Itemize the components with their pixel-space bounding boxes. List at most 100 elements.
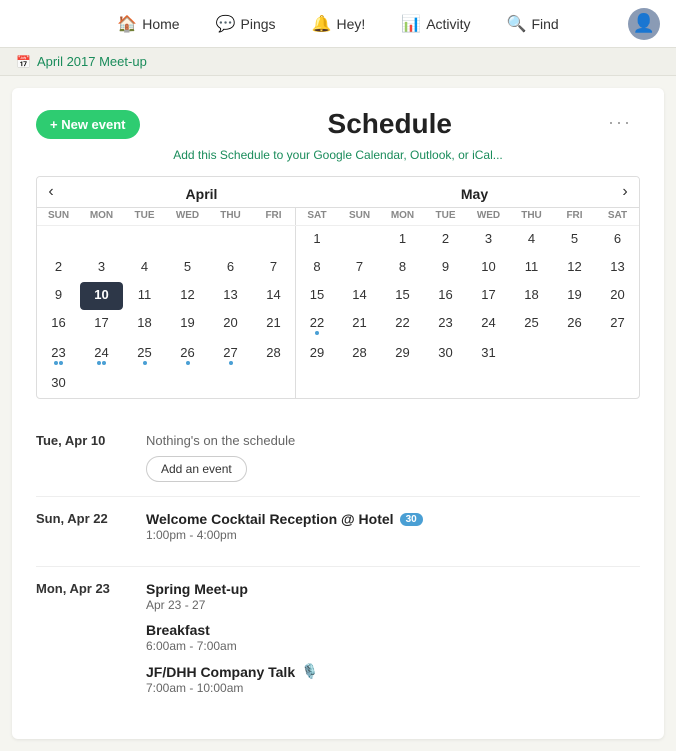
may-day-7[interactable]: 7	[338, 254, 381, 282]
nav-pings-label: Pings	[241, 16, 276, 32]
nav-home[interactable]: 🏠 Home	[111, 10, 185, 38]
calendar-months: April May	[65, 178, 611, 206]
april-day-18[interactable]: 18	[123, 310, 166, 340]
april-day-25[interactable]: 25	[123, 340, 166, 370]
may-day-23[interactable]: 23	[424, 310, 467, 340]
nav-activity[interactable]: 📊 Activity	[395, 10, 476, 38]
may-day-15[interactable]: 15	[381, 282, 424, 310]
may-day-21[interactable]: 21	[338, 310, 381, 340]
may-day-16[interactable]: 16	[424, 282, 467, 310]
april-day-23[interactable]: 23	[37, 340, 80, 370]
may-day-10[interactable]: 10	[467, 254, 510, 282]
calendar-header: ‹ April May ›	[37, 177, 639, 207]
april-day-14[interactable]: 14	[252, 282, 295, 310]
april-day-15[interactable]: 15	[295, 282, 338, 310]
april-day-30[interactable]: 30	[37, 370, 80, 398]
april-day-3[interactable]: 3	[80, 254, 123, 282]
april-day-19[interactable]: 19	[166, 310, 209, 340]
event-title-talk: JF/DHH Company Talk 🎙️	[146, 663, 640, 680]
main-content: + New event Schedule ··· Add this Schedu…	[12, 88, 664, 739]
april-day-12[interactable]: 12	[166, 282, 209, 310]
event-group-apr23: Mon, Apr 23 Spring Meet-up Apr 23 - 27 B…	[36, 567, 640, 719]
may-day-20[interactable]: 20	[596, 282, 639, 310]
may-day-13[interactable]: 13	[596, 254, 639, 282]
may-day-2[interactable]: 2	[424, 226, 467, 254]
may-day-27[interactable]: 27	[596, 310, 639, 340]
april-day-9[interactable]: 9	[37, 282, 80, 310]
may-day-17[interactable]: 17	[467, 282, 510, 310]
april-day-16[interactable]: 16	[37, 310, 80, 340]
april-day-8[interactable]: 8	[295, 254, 338, 282]
day-header-thu1: THU	[209, 208, 252, 225]
calendar-prev-button[interactable]: ‹	[37, 177, 65, 207]
april-day-11[interactable]: 11	[123, 282, 166, 310]
more-button[interactable]: ···	[600, 108, 640, 137]
may-day-3[interactable]: 3	[467, 226, 510, 254]
gcal-link[interactable]: Add this Schedule to your Google Calenda…	[173, 148, 503, 162]
april-day-5[interactable]: 5	[166, 254, 209, 282]
april-day-28[interactable]: 28	[252, 340, 295, 370]
may-day-19[interactable]: 19	[553, 282, 596, 310]
avatar[interactable]: 👤	[628, 8, 660, 40]
may-empty	[553, 340, 596, 370]
nav-find[interactable]: 🔍 Find	[501, 10, 565, 38]
nav-pings[interactable]: 💬 Pings	[210, 10, 282, 38]
april-day-10[interactable]: 10	[80, 282, 123, 310]
april-day-2[interactable]: 2	[37, 254, 80, 282]
april-day-21[interactable]: 21	[252, 310, 295, 340]
april-day-29[interactable]: 29	[295, 340, 338, 370]
calendar-next-button[interactable]: ›	[611, 177, 639, 207]
may-day-30[interactable]: 30	[424, 340, 467, 370]
day-header-fri2: FRI	[553, 208, 596, 225]
april-day-17[interactable]: 17	[80, 310, 123, 340]
event-date-apr23: Mon, Apr 23	[36, 581, 126, 705]
may-day-1[interactable]: 1	[381, 226, 424, 254]
may-day-18[interactable]: 18	[510, 282, 553, 310]
april-empty	[166, 226, 209, 254]
april-day-4[interactable]: 4	[123, 254, 166, 282]
april-day-22[interactable]: 22	[295, 310, 338, 340]
may-day-5[interactable]: 5	[553, 226, 596, 254]
event-badge-30: 30	[400, 513, 423, 526]
nav-hey[interactable]: 🔔 Hey!	[306, 10, 372, 38]
day-header-sun2: SUN	[338, 208, 381, 225]
may-day-12[interactable]: 12	[553, 254, 596, 282]
may-day-31[interactable]: 31	[467, 340, 510, 370]
day-header-mon2: MON	[381, 208, 424, 225]
april-day-20[interactable]: 20	[209, 310, 252, 340]
event-item-meetup: Spring Meet-up Apr 23 - 27	[146, 581, 640, 612]
breadcrumb-link[interactable]: April 2017 Meet-up	[37, 54, 147, 69]
april-day-26[interactable]: 26	[166, 340, 209, 370]
new-event-button[interactable]: + New event	[36, 110, 140, 139]
april-day-27[interactable]: 27	[209, 340, 252, 370]
may-empty	[381, 370, 424, 398]
may-day-11[interactable]: 11	[510, 254, 553, 282]
april-day-7[interactable]: 7	[252, 254, 295, 282]
calendar-icon: 📅	[16, 55, 31, 69]
may-day-14[interactable]: 14	[338, 282, 381, 310]
april-day-1[interactable]: 1	[295, 226, 338, 254]
day-header-tue1: TUE	[123, 208, 166, 225]
may-day-29[interactable]: 29	[381, 340, 424, 370]
may-day-22[interactable]: 22	[381, 310, 424, 340]
may-day-8[interactable]: 8	[381, 254, 424, 282]
may-day-24[interactable]: 24	[467, 310, 510, 340]
may-day-6[interactable]: 6	[596, 226, 639, 254]
schedule-title: Schedule	[140, 108, 640, 140]
add-event-button-apr10[interactable]: Add an event	[146, 456, 247, 482]
april-day-6[interactable]: 6	[209, 254, 252, 282]
april-empty	[252, 370, 295, 398]
april-day-13[interactable]: 13	[209, 282, 252, 310]
may-day-25[interactable]: 25	[510, 310, 553, 340]
may-day-4[interactable]: 4	[510, 226, 553, 254]
day-header-sun1: SUN	[37, 208, 80, 225]
april-empty	[37, 226, 80, 254]
may-day-28[interactable]: 28	[338, 340, 381, 370]
may-day-9[interactable]: 9	[424, 254, 467, 282]
may-empty	[510, 370, 553, 398]
nav-activity-label: Activity	[426, 16, 470, 32]
gcal-link-container: Add this Schedule to your Google Calenda…	[36, 148, 640, 162]
event-group-apr22: Sun, Apr 22 Welcome Cocktail Reception @…	[36, 497, 640, 567]
april-day-24[interactable]: 24	[80, 340, 123, 370]
may-day-26[interactable]: 26	[553, 310, 596, 340]
